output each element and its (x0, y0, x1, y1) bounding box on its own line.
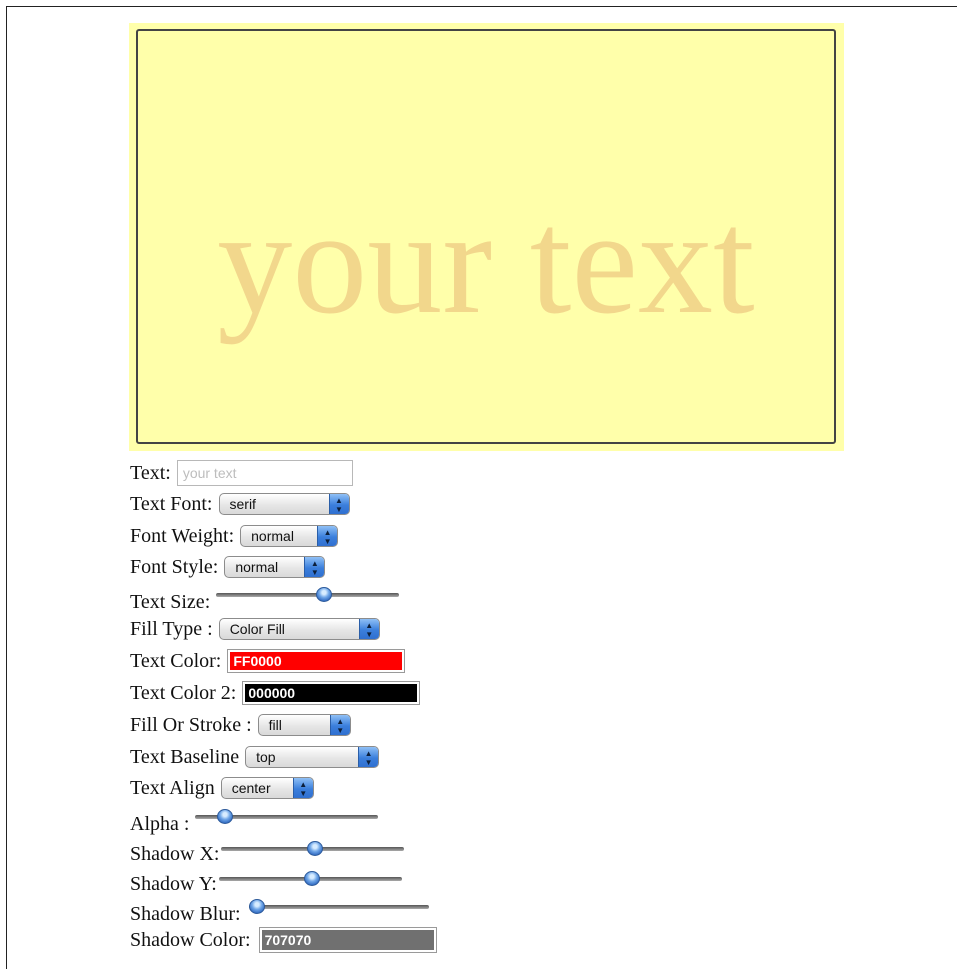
slider-track (216, 593, 400, 597)
text-label: Text: (130, 461, 171, 484)
text-font-value: serif (229, 496, 256, 512)
shadow-x-row: Shadow X: (130, 837, 405, 865)
font-style-label: Font Style: (130, 555, 219, 578)
text-color-2-input[interactable]: 000000 (242, 681, 421, 705)
font-style-row: Font Style: normal ▲ ▼ (130, 553, 326, 581)
shadow-color-label: Shadow Color: (130, 928, 251, 951)
select-arrows-icon: ▲ ▼ (358, 747, 379, 767)
slider-thumb[interactable] (217, 809, 234, 824)
slider-thumb[interactable] (316, 587, 333, 602)
text-color-row: Text Color: FF0000 (130, 647, 406, 675)
shadow-blur-slider[interactable] (248, 898, 429, 916)
slider-thumb[interactable] (306, 841, 323, 856)
shadow-color-row: Shadow Color: 707070 (130, 926, 437, 954)
slider-track (248, 905, 429, 909)
text-align-row: Text Align center ▲ ▼ (130, 774, 314, 802)
fill-or-stroke-value: fill (268, 717, 282, 733)
font-weight-row: Font Weight: normal ▲ ▼ (130, 522, 339, 550)
text-color-input[interactable]: FF0000 (227, 649, 406, 673)
canvas-rendered-text: your text (217, 179, 755, 345)
fill-type-row: Fill Type : Color Fill ▲ ▼ (130, 615, 380, 643)
fill-type-value: Color Fill (229, 621, 285, 637)
text-color-swatch: FF0000 (230, 652, 403, 670)
text-size-label: Text Size: (130, 590, 211, 613)
shadow-blur-row: Shadow Blur: (130, 897, 429, 925)
font-style-select[interactable]: normal ▲ ▼ (224, 556, 326, 578)
font-weight-select[interactable]: normal ▲ ▼ (240, 525, 339, 547)
font-style-value: normal (235, 559, 279, 575)
slider-thumb[interactable] (248, 899, 265, 914)
text-color-2-swatch: 000000 (245, 684, 418, 702)
fill-type-label: Fill Type : (130, 617, 213, 640)
text-align-select[interactable]: center ▲ ▼ (220, 777, 314, 799)
fill-or-stroke-label: Fill Or Stroke : (130, 713, 252, 736)
text-font-label: Text Font: (130, 492, 213, 515)
text-baseline-value: top (256, 749, 276, 765)
font-weight-label: Font Weight: (130, 524, 235, 547)
text-row: Text: your text (130, 459, 353, 487)
shadow-blur-label: Shadow Blur: (130, 902, 241, 925)
shadow-x-label: Shadow X: (130, 842, 220, 865)
font-weight-value: normal (251, 528, 294, 544)
text-font-row: Text Font: serif ▲ ▼ (130, 490, 350, 518)
shadow-y-row: Shadow Y: (130, 867, 402, 895)
text-baseline-label: Text Baseline (130, 745, 240, 768)
shadow-y-slider[interactable] (218, 870, 402, 888)
text-color-2-label: Text Color 2: (130, 681, 237, 704)
fill-or-stroke-row: Fill Or Stroke : fill ▲ ▼ (130, 711, 351, 739)
shadow-x-slider[interactable] (221, 840, 405, 858)
fill-or-stroke-select[interactable]: fill ▲ ▼ (257, 714, 351, 736)
shadow-color-input[interactable]: 707070 (258, 927, 437, 953)
select-arrows-icon: ▲ ▼ (329, 715, 350, 735)
text-align-value: center (231, 780, 271, 796)
text-align-label: Text Align (130, 776, 215, 799)
alpha-label: Alpha : (130, 812, 190, 835)
shadow-color-swatch: 707070 (261, 930, 434, 950)
select-arrows-icon: ▲ ▼ (358, 619, 379, 639)
alpha-row: Alpha : (130, 807, 379, 835)
select-arrows-icon: ▲ ▼ (328, 494, 349, 514)
text-baseline-row: Text Baseline top ▲ ▼ (130, 743, 380, 771)
text-font-select[interactable]: serif ▲ ▼ (218, 493, 350, 515)
slider-thumb[interactable] (304, 871, 321, 886)
text-size-row: Text Size: (130, 585, 400, 613)
text-input[interactable]: your text (176, 460, 353, 486)
canvas-background: your text (129, 23, 844, 451)
text-size-slider[interactable] (216, 586, 400, 604)
select-arrows-icon: ▲ ▼ (317, 526, 338, 546)
fill-type-select[interactable]: Color Fill ▲ ▼ (218, 618, 380, 640)
text-color-2-row: Text Color 2: 000000 (130, 679, 421, 707)
text-color-label: Text Color: (130, 649, 222, 672)
select-arrows-icon: ▲ ▼ (292, 778, 313, 798)
alpha-slider[interactable] (195, 808, 379, 826)
shadow-y-label: Shadow Y: (130, 872, 217, 895)
text-canvas: your text (136, 29, 836, 444)
select-arrows-icon: ▲ ▼ (304, 557, 325, 577)
text-baseline-select[interactable]: top ▲ ▼ (245, 746, 380, 768)
